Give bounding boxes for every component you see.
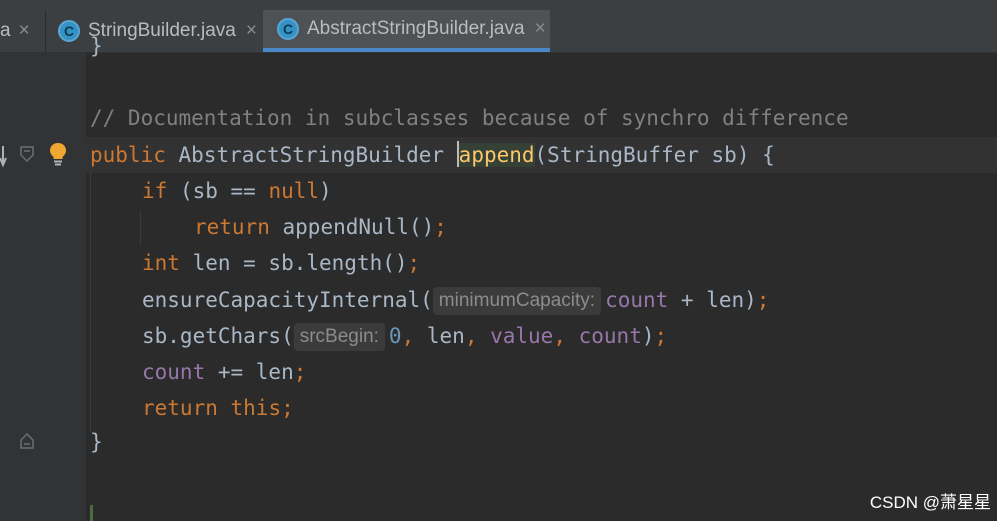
close-icon[interactable]: × <box>19 20 30 42</box>
code-line-count-increment[interactable]: count += len; <box>142 354 306 390</box>
code-line-getchars[interactable]: sb.getChars(srcBegin: 0, len, value, coun… <box>142 318 667 354</box>
indent-guide <box>90 172 91 432</box>
override-arrow-icon[interactable] <box>0 144 10 168</box>
doc-comment-marker <box>90 505 93 521</box>
editor-gutter <box>0 53 86 521</box>
code-line-ensure-capacity[interactable]: ensureCapacityInternal(minimumCapacity: c… <box>142 282 769 318</box>
code-line-comment[interactable]: // Documentation in subclasses because o… <box>90 100 849 136</box>
watermark: CSDN @萧星星 <box>869 493 991 512</box>
lightbulb-icon[interactable] <box>49 142 67 166</box>
class-icon: C <box>58 20 80 42</box>
parameter-hint: minimumCapacity: <box>432 287 602 315</box>
editor-tab-bar: a × C StringBuilder.java × C AbstractStr… <box>0 0 997 53</box>
indent-guide <box>140 210 141 246</box>
tab-label: AbstractStringBuilder.java <box>307 18 525 39</box>
tab-label: a <box>0 20 11 41</box>
tab-java-partial[interactable]: a × <box>0 10 44 52</box>
code-line-int-len[interactable]: int len = sb.length(); <box>142 245 420 281</box>
code-line-closing-brace[interactable]: } <box>90 424 103 460</box>
fold-open-icon[interactable] <box>20 146 34 162</box>
fold-close-icon[interactable] <box>20 433 34 449</box>
code-line-signature[interactable]: public AbstractStringBuilder append(Stri… <box>90 137 775 173</box>
tab-stringbuilder[interactable]: C StringBuilder.java × <box>46 10 262 52</box>
tab-abstractstringbuilder[interactable]: C AbstractStringBuilder.java × <box>263 10 550 52</box>
close-icon[interactable]: × <box>535 18 546 40</box>
tab-label: StringBuilder.java <box>88 20 236 41</box>
class-icon: C <box>277 18 299 40</box>
code-line-return-null[interactable]: return appendNull(); <box>194 209 447 245</box>
method-name: append <box>458 143 535 167</box>
parameter-hint: srcBegin: <box>293 323 385 351</box>
close-icon[interactable]: × <box>246 20 257 42</box>
comment-text: // Documentation in subclasses because o… <box>90 106 849 130</box>
code-line-if[interactable]: if (sb == null) <box>142 173 332 209</box>
code-line-return-this[interactable]: return this; <box>142 390 294 426</box>
code-line-brace[interactable]: } <box>90 28 103 64</box>
